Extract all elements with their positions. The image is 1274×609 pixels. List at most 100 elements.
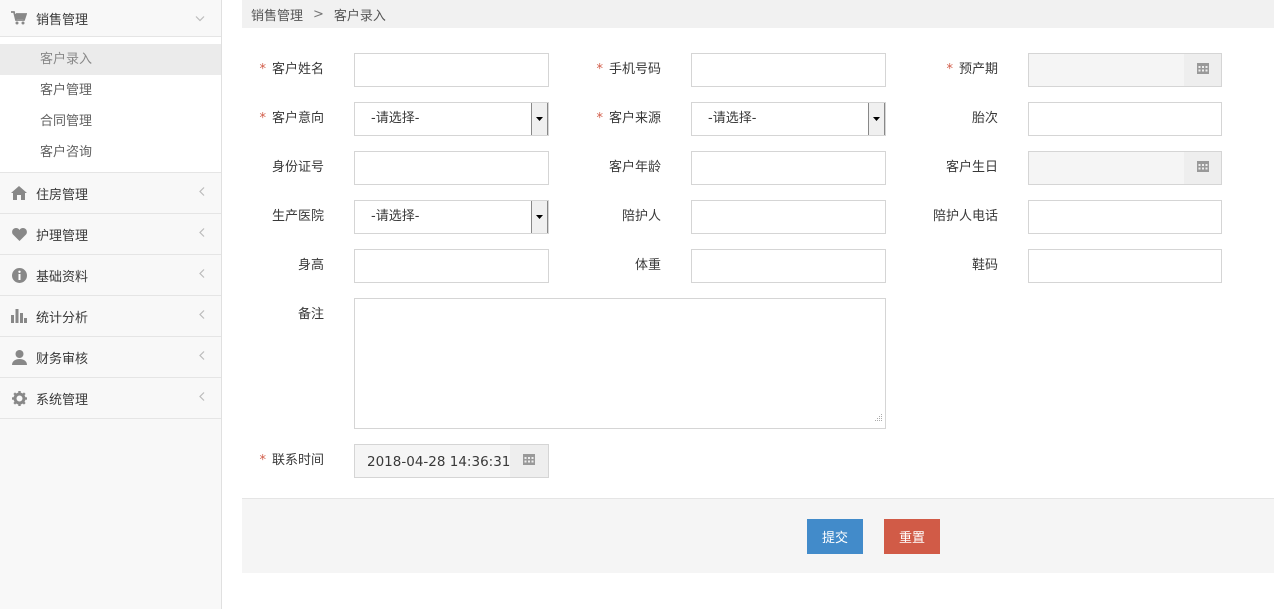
breadcrumb: 销售管理 > 客户录入 bbox=[242, 0, 1274, 28]
sidebar: 销售管理 客户录入 客户管理 合同管理 客户咨询 住房管理 护理管理 基础资料 … bbox=[0, 0, 222, 609]
reset-button[interactable]: 重置 bbox=[884, 519, 940, 554]
sidebar-group-label: 财务审核 bbox=[36, 351, 89, 367]
sidebar-item-customer-consult[interactable]: 客户咨询 bbox=[0, 137, 221, 168]
submit-button[interactable]: 提交 bbox=[807, 519, 863, 554]
breadcrumb-current: 客户录入 bbox=[333, 8, 386, 24]
sales-submenu: 客户录入 客户管理 合同管理 客户咨询 bbox=[0, 37, 221, 173]
customer-name-input[interactable] bbox=[354, 53, 549, 87]
sidebar-group-label: 统计分析 bbox=[36, 310, 89, 326]
calendar-icon bbox=[1196, 160, 1209, 176]
resize-handle-icon[interactable] bbox=[875, 411, 883, 426]
birthday-input[interactable] bbox=[1028, 151, 1185, 185]
height-label: 身高 bbox=[242, 249, 324, 283]
label-text: 客户年龄 bbox=[608, 160, 661, 175]
label-text: 联系时间 bbox=[271, 453, 324, 468]
sidebar-group-finance[interactable]: 财务审核 bbox=[0, 337, 221, 378]
sidebar-group-system[interactable]: 系统管理 bbox=[0, 378, 221, 419]
label-text: 客户姓名 bbox=[271, 62, 324, 77]
parity-input[interactable] bbox=[1028, 102, 1222, 136]
customer-name-label: * 客户姓名 bbox=[242, 53, 324, 87]
birthday-label: 客户生日 bbox=[922, 151, 998, 185]
weight-label: 体重 bbox=[582, 249, 661, 283]
breadcrumb-parent[interactable]: 销售管理 bbox=[251, 5, 303, 24]
chevron-left-icon bbox=[199, 391, 205, 406]
source-label: * 客户来源 bbox=[582, 102, 661, 136]
parity-label: 胎次 bbox=[932, 102, 998, 136]
height-input[interactable] bbox=[354, 249, 549, 283]
label-text: 胎次 bbox=[971, 111, 998, 126]
due-date-calendar-button[interactable] bbox=[1184, 53, 1222, 87]
caret-down-icon bbox=[531, 201, 548, 233]
contact-time-calendar-button[interactable] bbox=[510, 444, 549, 478]
caret-down-icon bbox=[531, 103, 548, 135]
remark-label: 备注 bbox=[242, 298, 324, 334]
sidebar-group-label: 系统管理 bbox=[36, 392, 89, 408]
label-text: 陪护人电话 bbox=[932, 209, 998, 224]
sidebar-group-label: 销售管理 bbox=[36, 12, 89, 28]
contact-time-input[interactable]: 2018-04-28 14:36:31 bbox=[354, 444, 511, 478]
sidebar-group-label: 基础资料 bbox=[36, 269, 89, 285]
chevron-down-icon bbox=[195, 11, 205, 26]
bar-chart-icon bbox=[10, 307, 28, 325]
required-mark: * bbox=[596, 111, 603, 126]
gear-icon bbox=[10, 389, 28, 407]
sidebar-group-basic-data[interactable]: 基础资料 bbox=[0, 255, 221, 296]
label-text: 生产医院 bbox=[271, 209, 324, 224]
contact-time-label: * 联系时间 bbox=[242, 444, 324, 478]
label-text: 身份证号 bbox=[271, 160, 324, 175]
age-input[interactable] bbox=[691, 151, 886, 185]
label-text: 备注 bbox=[297, 307, 324, 322]
label-text: 鞋码 bbox=[971, 258, 998, 273]
sidebar-group-label: 住房管理 bbox=[36, 187, 89, 203]
user-icon bbox=[10, 348, 28, 366]
calendar-icon bbox=[1196, 62, 1209, 78]
hospital-select[interactable]: -请选择- bbox=[354, 200, 549, 234]
sidebar-group-housing[interactable]: 住房管理 bbox=[0, 173, 221, 214]
label-text: 客户生日 bbox=[945, 160, 998, 175]
label-text: 客户来源 bbox=[608, 111, 661, 126]
shoe-size-input[interactable] bbox=[1028, 249, 1222, 283]
chevron-left-icon bbox=[199, 186, 205, 201]
source-select[interactable]: -请选择- bbox=[691, 102, 886, 136]
heart-icon bbox=[10, 225, 28, 243]
hospital-label: 生产医院 bbox=[242, 200, 324, 234]
app-window: 销售管理 客户录入 客户管理 合同管理 客户咨询 住房管理 护理管理 基础资料 … bbox=[0, 0, 1274, 609]
companion-input[interactable] bbox=[691, 200, 886, 234]
customer-entry-form: * 客户姓名 * 手机号码 * 预产期 * 客户意向 -请选择- * 客户来源 -请选择-… bbox=[242, 28, 1274, 498]
chevron-left-icon bbox=[199, 268, 205, 283]
remark-textarea[interactable] bbox=[354, 298, 886, 429]
sidebar-item-contract-management[interactable]: 合同管理 bbox=[0, 106, 221, 137]
select-value: -请选择- bbox=[708, 111, 757, 126]
phone-label: * 手机号码 bbox=[582, 53, 661, 87]
calendar-icon bbox=[523, 453, 535, 469]
sidebar-group-statistics[interactable]: 统计分析 bbox=[0, 296, 221, 337]
companion-phone-input[interactable] bbox=[1028, 200, 1222, 234]
required-mark: * bbox=[259, 453, 266, 468]
sidebar-group-label: 护理管理 bbox=[36, 228, 89, 244]
caret-down-icon bbox=[868, 103, 885, 135]
id-number-input[interactable] bbox=[354, 151, 549, 185]
label-text: 陪护人 bbox=[621, 209, 661, 224]
required-mark: * bbox=[596, 62, 603, 77]
chevron-left-icon bbox=[199, 309, 205, 324]
sidebar-item-customer-management[interactable]: 客户管理 bbox=[0, 75, 221, 106]
label-text: 身高 bbox=[297, 258, 324, 273]
intention-label: * 客户意向 bbox=[242, 102, 324, 136]
required-mark: * bbox=[946, 62, 953, 77]
due-date-input[interactable] bbox=[1028, 53, 1185, 87]
label-text: 手机号码 bbox=[608, 62, 661, 77]
sidebar-group-sales[interactable]: 销售管理 bbox=[0, 0, 221, 37]
required-mark: * bbox=[259, 111, 266, 126]
home-icon bbox=[10, 184, 28, 202]
sidebar-group-nursing[interactable]: 护理管理 bbox=[0, 214, 221, 255]
phone-input[interactable] bbox=[691, 53, 886, 87]
breadcrumb-separator: > bbox=[313, 6, 324, 22]
intention-select[interactable]: -请选择- bbox=[354, 102, 549, 136]
form-actions: 提交 重置 bbox=[242, 498, 1274, 573]
chevron-left-icon bbox=[199, 227, 205, 242]
companion-label: 陪护人 bbox=[582, 200, 661, 234]
sidebar-item-customer-entry[interactable]: 客户录入 bbox=[0, 44, 221, 75]
birthday-calendar-button[interactable] bbox=[1184, 151, 1222, 185]
weight-input[interactable] bbox=[691, 249, 886, 283]
label-text: 客户意向 bbox=[271, 111, 324, 126]
